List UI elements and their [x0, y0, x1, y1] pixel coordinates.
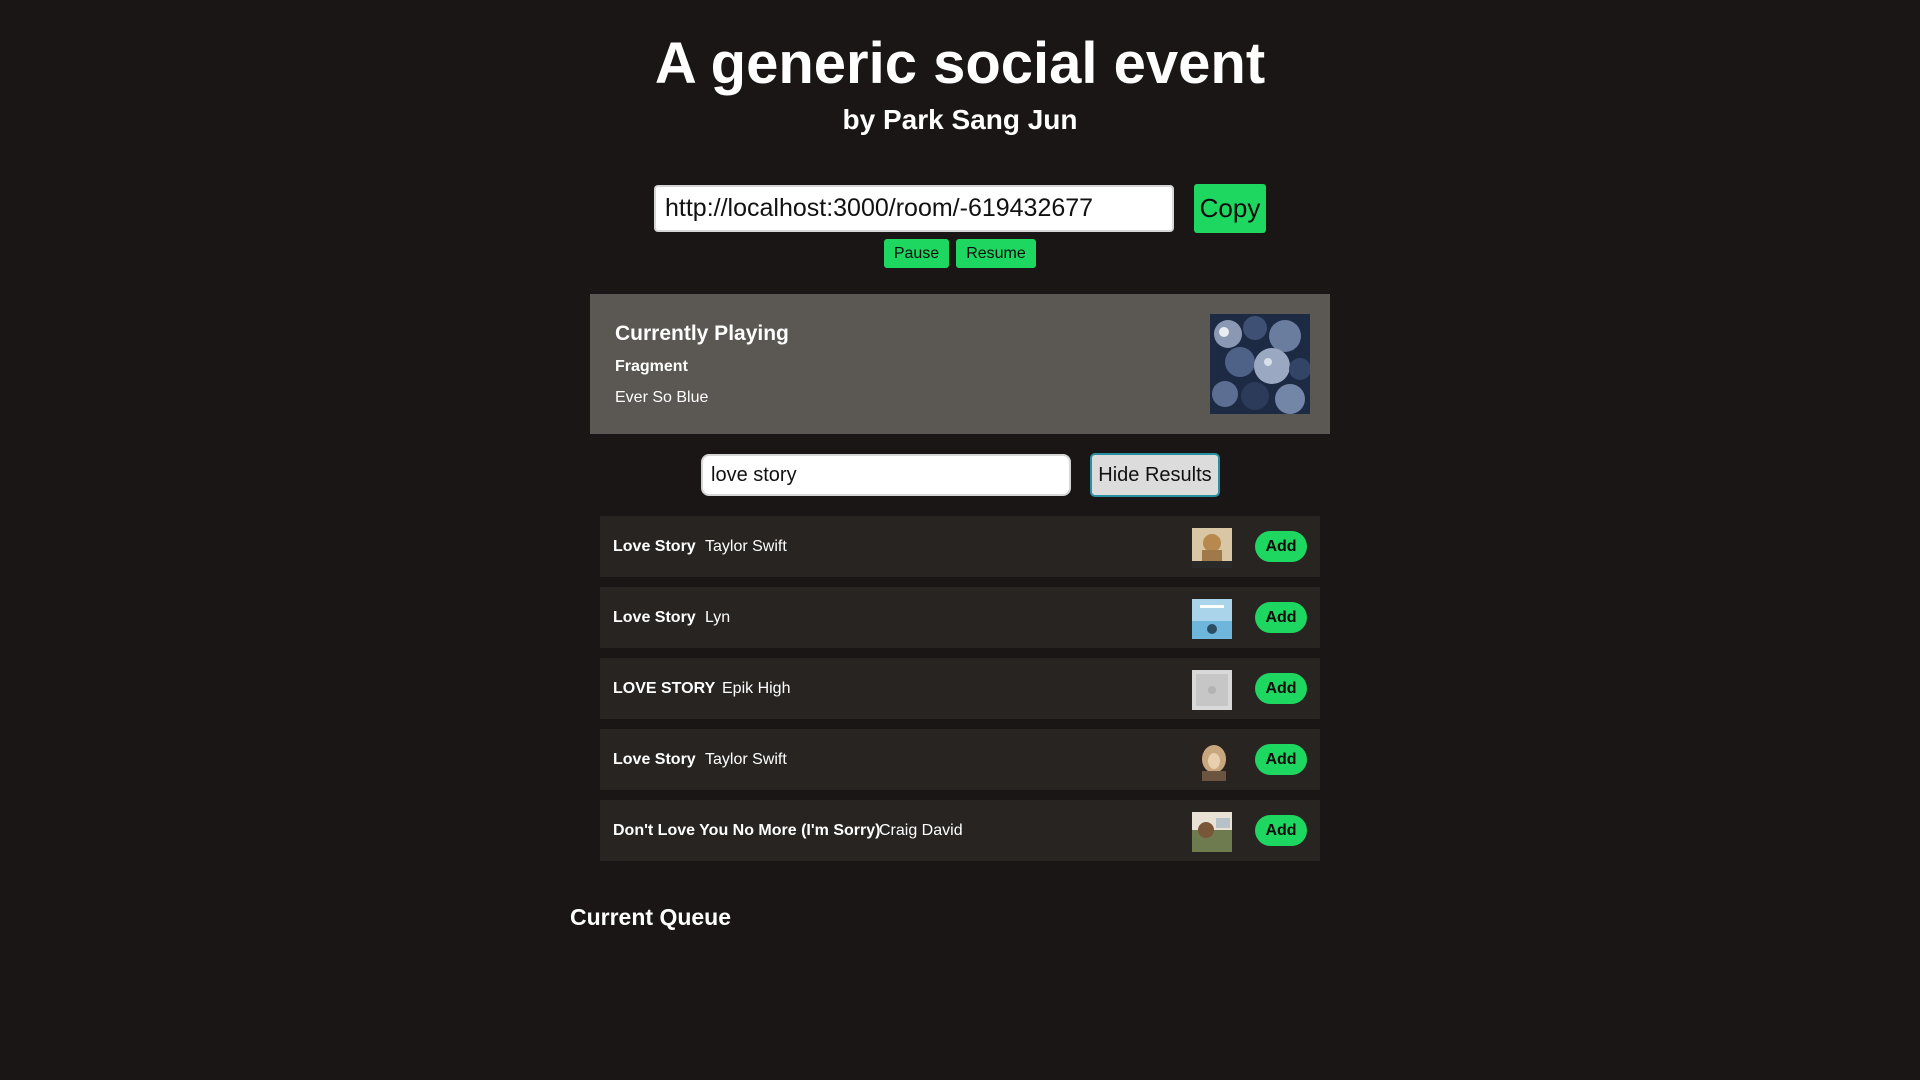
result-track-name: Love Story [613, 609, 696, 626]
add-button[interactable]: Add [1255, 531, 1307, 562]
queue-heading: Current Queue [570, 904, 732, 930]
copy-button[interactable]: Copy [1194, 184, 1266, 233]
pause-button[interactable]: Pause [884, 239, 949, 268]
now-playing-artist: Ever So Blue [615, 389, 709, 406]
add-button[interactable]: Add [1255, 673, 1307, 704]
result-track-name: Love Story [613, 751, 696, 768]
resume-button[interactable]: Resume [956, 239, 1036, 268]
result-row: Love Story Taylor Swift Add [600, 516, 1320, 577]
result-artist-name: Lyn [705, 609, 731, 626]
result-album-art [1192, 670, 1232, 710]
page-subtitle: by Park Sang Jun [842, 104, 1078, 135]
page-title: A generic social event [654, 31, 1266, 96]
add-button[interactable]: Add [1255, 744, 1307, 775]
result-artist-name: Taylor Swift [705, 538, 787, 555]
result-album-art [1192, 528, 1232, 568]
result-track-name: Love Story [613, 538, 696, 555]
result-album-art [1192, 599, 1232, 639]
room-url-input[interactable] [654, 185, 1174, 232]
now-playing-heading: Currently Playing [615, 322, 789, 345]
result-row: LOVE STORY Epik High Add [600, 658, 1320, 719]
result-track-name: LOVE STORY [613, 680, 716, 697]
hide-results-button[interactable]: Hide Results [1090, 453, 1220, 497]
add-button[interactable]: Add [1255, 602, 1307, 633]
result-row: Don't Love You No More (I'm Sorry) Craig… [600, 800, 1320, 861]
result-row: Love Story Lyn Add [600, 587, 1320, 648]
result-row: Love Story Taylor Swift Add [600, 729, 1320, 790]
result-album-art [1192, 812, 1232, 852]
search-results: Love Story Taylor Swift Add Love Story L… [600, 516, 1320, 871]
result-artist-name: Craig David [879, 822, 963, 839]
result-track-name: Don't Love You No More (I'm Sorry) [613, 822, 881, 839]
now-playing-track: Fragment [615, 358, 688, 375]
add-button[interactable]: Add [1255, 815, 1307, 846]
now-playing-panel: Currently Playing Fragment Ever So Blue [590, 294, 1330, 434]
result-artist-name: Epik High [722, 680, 791, 697]
now-playing-album-art [1210, 314, 1310, 414]
result-artist-name: Taylor Swift [705, 751, 787, 768]
search-input[interactable] [701, 454, 1071, 496]
result-album-art [1192, 741, 1232, 781]
